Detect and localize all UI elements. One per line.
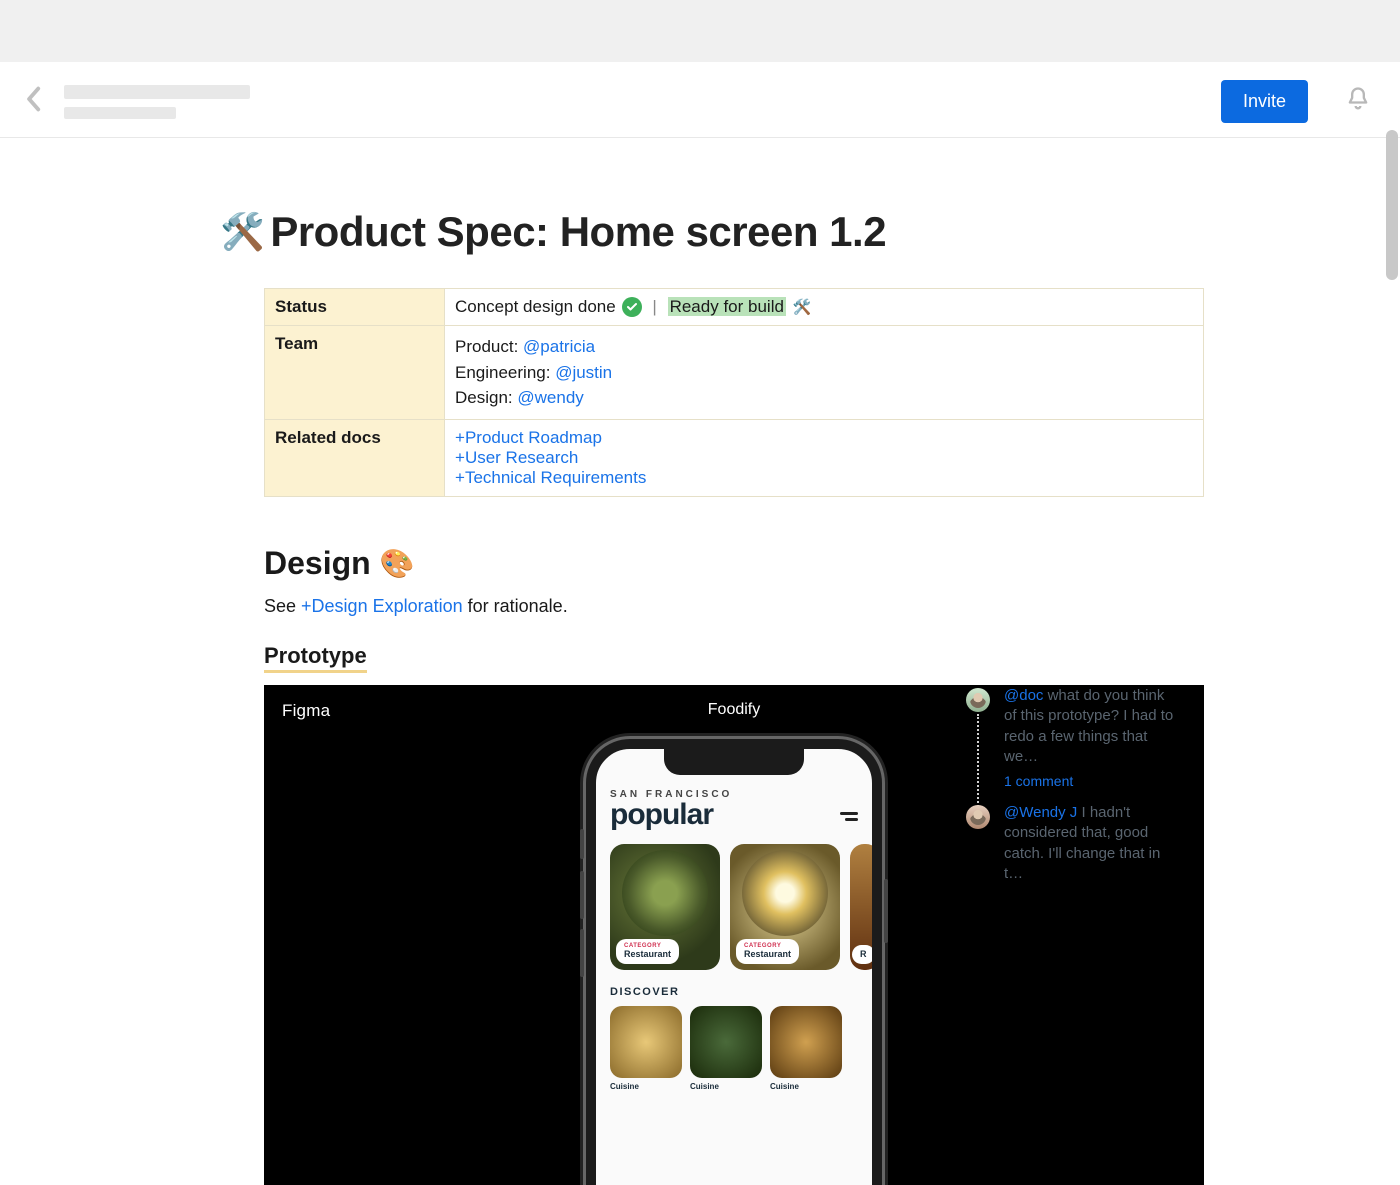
- mention-wendy[interactable]: @wendy: [517, 388, 583, 407]
- table-row: Related docs Product Roadmap User Resear…: [265, 419, 1204, 496]
- comment[interactable]: @doc what do you think of this prototype…: [966, 686, 1176, 767]
- discover-heading: DISCOVER: [610, 986, 858, 998]
- see-suffix: for rationale.: [463, 596, 568, 616]
- mention-doc[interactable]: @doc: [1004, 687, 1043, 704]
- top-strip: [0, 0, 1400, 62]
- phone-frame: SAN FRANCISCO popular CATEGORYRestaurant: [586, 739, 882, 1185]
- cuisine-label: Cuisine: [690, 1082, 762, 1091]
- thread-line: [977, 714, 979, 807]
- link-design-exploration[interactable]: Design Exploration: [301, 596, 463, 616]
- card-label: Restaurant: [624, 949, 671, 959]
- team-eng-label: Engineering:: [455, 363, 555, 382]
- menu-icon: [840, 812, 858, 821]
- discover-row: Cuisine Cuisine Cuisine: [610, 1006, 858, 1091]
- separator: |: [652, 297, 656, 316]
- notifications-button[interactable]: [1344, 85, 1372, 118]
- popular-row: CATEGORYRestaurant CATEGORYRestaurant R: [610, 844, 858, 970]
- mention-patricia[interactable]: @patricia: [523, 337, 595, 356]
- discover-item: Cuisine: [690, 1006, 762, 1091]
- related-header: Related docs: [265, 419, 445, 496]
- team-product-label: Product:: [455, 337, 523, 356]
- mention-justin[interactable]: @justin: [555, 363, 612, 382]
- comment[interactable]: @Wendy J I hadn't considered that, good …: [966, 803, 1176, 884]
- team-cell: Product: @patricia Engineering: @justin …: [445, 326, 1204, 420]
- table-row: Status Concept design done | Ready for b…: [265, 289, 1204, 326]
- design-intro: See Design Exploration for rationale.: [264, 596, 1204, 617]
- status-ready-text: Ready for build: [668, 297, 786, 316]
- comment-count[interactable]: 1 comment: [966, 773, 1176, 789]
- team-header: Team: [265, 326, 445, 420]
- status-header: Status: [265, 289, 445, 326]
- bell-icon: [1344, 85, 1372, 113]
- page-title-text: Product Spec: Home screen 1.2: [270, 208, 886, 255]
- page-title: 🛠️Product Spec: Home screen 1.2: [220, 208, 1204, 256]
- tools-icon: 🛠️: [220, 211, 264, 252]
- avatar: [966, 805, 990, 829]
- food-card: R: [850, 844, 872, 970]
- mention-wendy-j[interactable]: @Wendy J: [1004, 804, 1077, 821]
- phone-screen: SAN FRANCISCO popular CATEGORYRestaurant: [596, 749, 872, 1185]
- scrollbar-thumb[interactable]: [1386, 130, 1398, 280]
- design-heading: Design 🎨: [264, 545, 1204, 582]
- table-row: Team Product: @patricia Engineering: @ju…: [265, 326, 1204, 420]
- card-label: Restaurant: [744, 949, 791, 959]
- checkmark-icon: [622, 297, 642, 317]
- cuisine-label: Cuisine: [770, 1082, 842, 1091]
- link-tech-requirements[interactable]: Technical Requirements: [455, 468, 646, 487]
- discover-item: Cuisine: [770, 1006, 842, 1091]
- team-design-label: Design:: [455, 388, 517, 407]
- comments-sidebar: @doc what do you think of this prototype…: [966, 686, 1176, 890]
- breadcrumb-skeleton: [64, 85, 250, 119]
- status-done-text: Concept design done: [455, 297, 616, 317]
- related-cell: Product Roadmap User Research Technical …: [445, 419, 1204, 496]
- card-label: R: [860, 949, 867, 959]
- food-card: CATEGORYRestaurant: [730, 844, 840, 970]
- back-button[interactable]: [24, 86, 42, 117]
- skeleton-line: [64, 107, 176, 119]
- status-cell: Concept design done | Ready for build 🛠️: [445, 289, 1204, 326]
- avatar: [966, 688, 990, 712]
- phone-button: [580, 929, 584, 977]
- phone-button: [580, 871, 584, 919]
- chevron-left-icon: [24, 86, 42, 112]
- metadata-table: Status Concept design done | Ready for b…: [264, 288, 1204, 497]
- invite-button[interactable]: Invite: [1221, 80, 1308, 123]
- prototype-heading: Prototype: [264, 643, 367, 673]
- link-product-roadmap[interactable]: Product Roadmap: [455, 428, 602, 447]
- discover-item: Cuisine: [610, 1006, 682, 1091]
- design-heading-text: Design: [264, 545, 371, 581]
- palette-icon: 🎨: [380, 548, 415, 579]
- skeleton-line: [64, 85, 250, 99]
- link-user-research[interactable]: User Research: [455, 448, 578, 467]
- cuisine-label: Cuisine: [610, 1082, 682, 1091]
- phone-button: [884, 879, 888, 943]
- food-card: CATEGORYRestaurant: [610, 844, 720, 970]
- app-header: Invite: [0, 62, 1400, 138]
- see-prefix: See: [264, 596, 301, 616]
- phone-button: [580, 829, 584, 859]
- tools-icon: 🛠️: [793, 299, 812, 316]
- hero-title: popular: [610, 798, 732, 832]
